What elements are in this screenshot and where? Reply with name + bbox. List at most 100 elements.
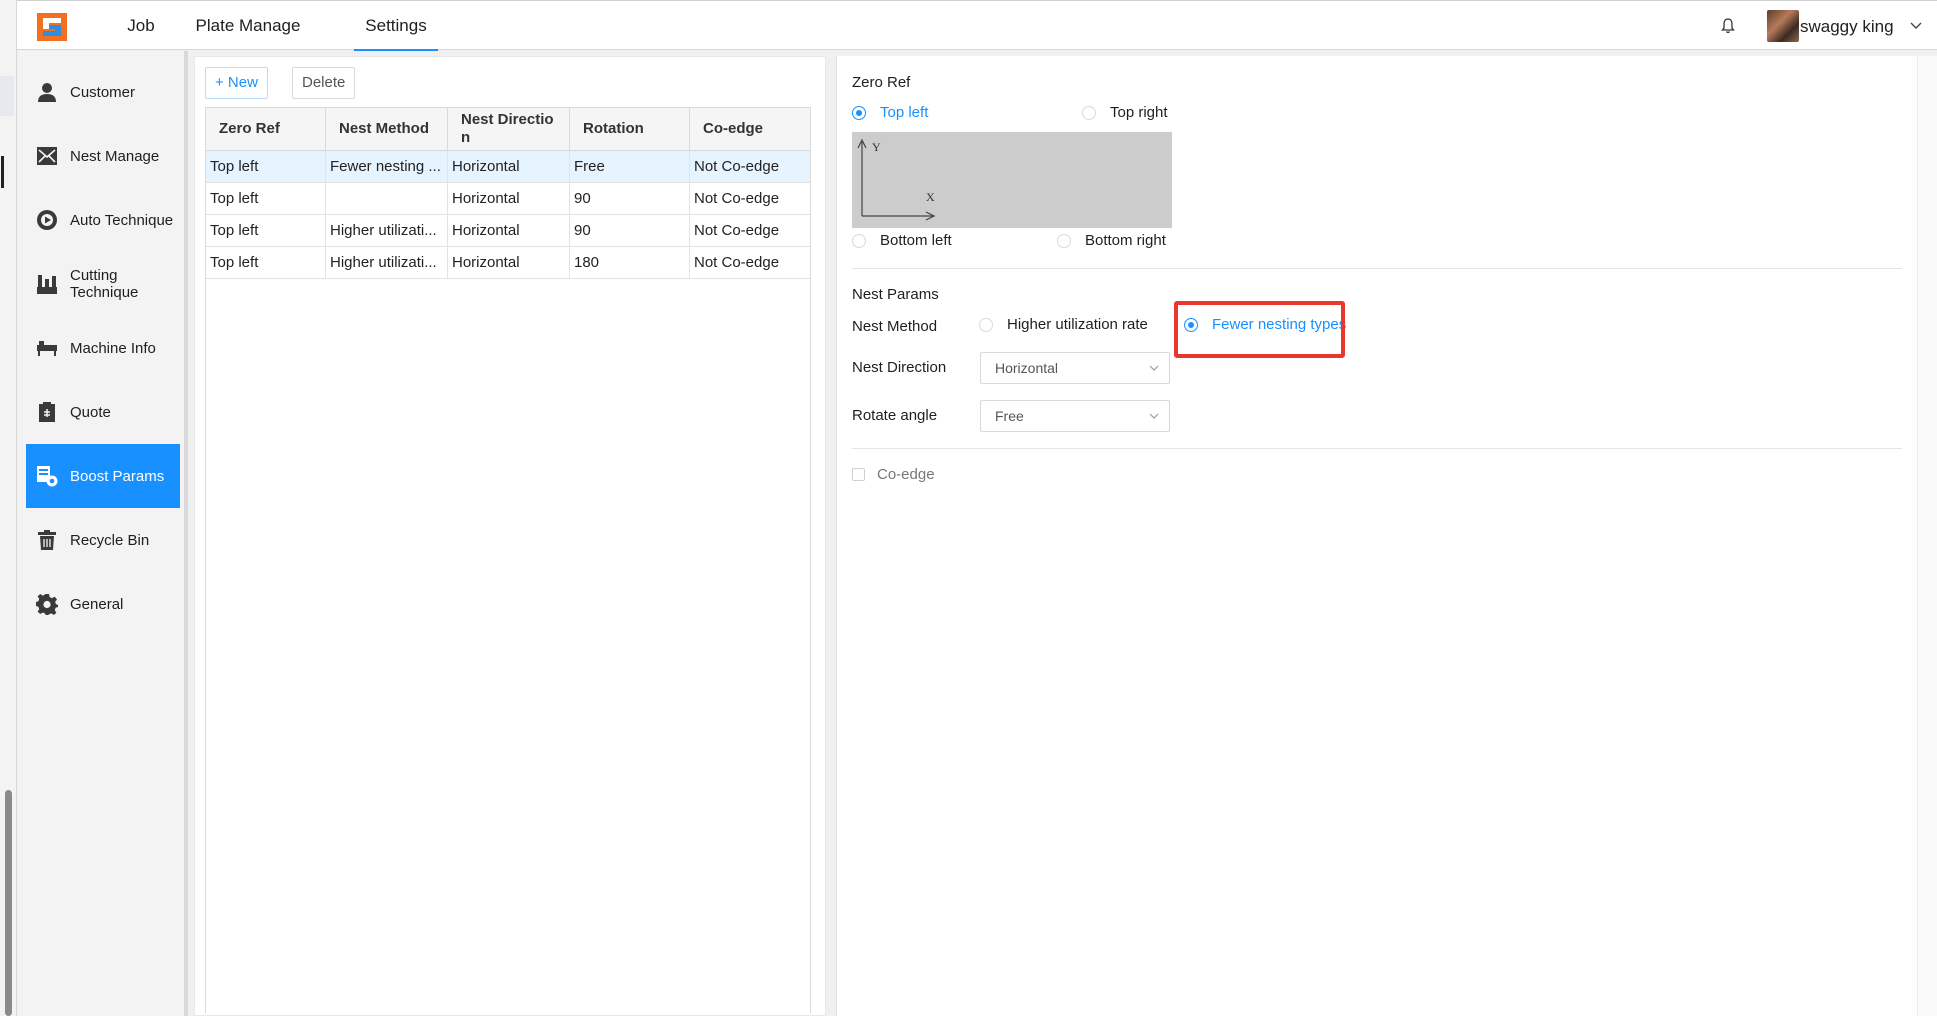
chevron-down-icon <box>1149 365 1159 371</box>
person-icon <box>38 83 56 102</box>
checkbox-box <box>852 468 865 481</box>
zero-ref-title: Zero Ref <box>852 74 911 91</box>
rotate-angle-select[interactable]: Free <box>980 400 1170 432</box>
sidebar-item-label: General <box>70 595 124 613</box>
column-header[interactable]: Rotation <box>570 108 690 150</box>
radio-dot <box>852 105 866 120</box>
radio-label: Top left <box>880 104 929 121</box>
table-row[interactable]: Top left Fewer nesting ... Horizontal Fr… <box>206 151 810 183</box>
table-row[interactable]: Top left Higher utilizati... Horizontal … <box>206 215 810 247</box>
table-cell: Not Co-edge <box>694 190 780 207</box>
auto-technique-icon <box>37 210 57 230</box>
table-cell: Fewer nesting ... <box>326 151 448 182</box>
sidebar-item-label: Customer <box>70 83 136 101</box>
table-row[interactable]: Top left Higher utilizati... Horizontal … <box>206 247 810 279</box>
table-row[interactable]: Top left Horizontal 90 Not Co-edge <box>206 183 810 215</box>
app-window: Job Plate Manage Settings swaggy king Cu… <box>0 0 1937 1016</box>
radio-top-left[interactable]: Top left <box>852 104 928 121</box>
table-cell: 90 <box>570 215 690 246</box>
radio-label: Bottom right <box>1085 232 1166 249</box>
sidebar-item-label: Auto Technique <box>70 211 174 229</box>
radio-dot <box>979 317 993 332</box>
bell-icon[interactable] <box>1720 17 1736 35</box>
axis-y-label: Y <box>872 140 881 154</box>
coedge-checkbox[interactable]: Co-edge <box>852 466 935 483</box>
nest-icon <box>37 147 57 165</box>
radio-top-right[interactable]: Top right <box>1082 104 1168 121</box>
table-header: Zero Ref Nest Method Nest Directio n Rot… <box>206 107 810 151</box>
tab-settings[interactable]: Settings <box>354 1 438 51</box>
cutting-technique-icon <box>37 275 57 294</box>
highlight-annotation-box <box>1174 301 1345 358</box>
trash-icon <box>38 530 56 550</box>
radio-dot <box>1082 105 1096 120</box>
table-cell: Horizontal <box>448 183 570 214</box>
table-cell: Not Co-edge <box>694 254 780 271</box>
tab-job[interactable]: Job <box>117 1 165 51</box>
chevron-down-icon <box>1149 413 1159 419</box>
params-table: Zero Ref Nest Method Nest Directio n Rot… <box>205 107 811 1013</box>
radio-dot <box>852 233 866 248</box>
column-header[interactable]: Zero Ref <box>206 108 326 150</box>
new-button[interactable]: + New <box>205 67 268 99</box>
table-cell: Top left <box>206 183 326 214</box>
avatar[interactable] <box>1767 10 1799 42</box>
chevron-down-icon[interactable] <box>1910 21 1922 31</box>
radio-bottom-right[interactable]: Bottom right <box>1057 232 1166 249</box>
axis-x-label: X <box>926 190 935 204</box>
nest-method-label: Nest Method <box>852 318 938 335</box>
table-cell: Horizontal <box>448 151 570 182</box>
sidebar-item-label: Quote <box>70 403 111 421</box>
axis-diagram <box>857 138 936 221</box>
rotate-angle-label: Rotate angle <box>852 407 938 424</box>
select-value: Free <box>995 408 1024 424</box>
sidebar-item-label: Machine Info <box>70 339 156 357</box>
top-nav-bar: Job Plate Manage Settings swaggy king <box>17 0 1937 51</box>
radio-higher-utilization[interactable]: Higher utilization rate <box>979 316 1148 333</box>
column-header[interactable]: Nest Directio n <box>448 108 570 150</box>
sidebar-item-label: Cutting Technique <box>70 267 139 301</box>
tab-plate-manage[interactable]: Plate Manage <box>193 1 303 51</box>
outer-scrollbar[interactable] <box>5 790 12 1016</box>
radio-dot <box>1057 233 1071 248</box>
sidebar-item-label: Boost Params <box>70 467 165 485</box>
column-header[interactable]: Co-edge <box>690 108 810 150</box>
divider <box>852 448 1902 449</box>
radio-bottom-left[interactable]: Bottom left <box>852 232 952 249</box>
table-cell: Top left <box>206 151 326 182</box>
sidebar-item-quote[interactable]: Quote <box>26 380 180 444</box>
right-scrollbar-track[interactable] <box>1917 56 1937 1016</box>
table-cell: Not Co-edge <box>694 158 780 175</box>
table-cell: Top left <box>206 215 326 246</box>
outer-indicator <box>1 156 4 188</box>
nest-direction-select[interactable]: Horizontal <box>980 352 1170 384</box>
table-cell <box>326 183 448 214</box>
sidebar-item-boost-params[interactable]: Boost Params <box>26 444 180 508</box>
table-cell: Higher utilizati... <box>326 247 448 278</box>
sidebar-item-auto-technique[interactable]: Auto Technique <box>26 188 180 252</box>
sidebar-item-recycle-bin[interactable]: Recycle Bin <box>26 508 180 572</box>
delete-button[interactable]: Delete <box>292 67 356 99</box>
user-name[interactable]: swaggy king <box>1800 1 1894 51</box>
outer-left-strip <box>0 0 17 1016</box>
column-header[interactable]: Nest Method <box>326 108 448 150</box>
table-cell: Higher utilizati... <box>326 215 448 246</box>
sidebar-item-nest-manage[interactable]: Nest Manage <box>26 124 180 188</box>
sidebar: Customer Nest Manage Auto Technique Cutt… <box>18 51 188 1016</box>
sidebar-item-label: Nest Manage <box>70 147 160 165</box>
table-cell: Not Co-edge <box>694 222 780 239</box>
sidebar-item-customer[interactable]: Customer <box>26 60 180 124</box>
gear-icon <box>36 594 58 615</box>
machine-icon <box>37 341 57 356</box>
sidebar-item-cutting-technique[interactable]: Cutting Technique <box>26 252 180 316</box>
radio-label: Bottom left <box>880 232 952 249</box>
table-cell: Top left <box>206 247 326 278</box>
panel-splitter[interactable] <box>828 56 836 1016</box>
table-cell: 90 <box>570 183 690 214</box>
select-value: Horizontal <box>995 360 1059 376</box>
nest-direction-label: Nest Direction <box>852 359 947 376</box>
radio-label: Top right <box>1110 104 1168 121</box>
sidebar-item-general[interactable]: General <box>26 572 180 636</box>
sidebar-item-machine-info[interactable]: Machine Info <box>26 316 180 380</box>
outer-highlight <box>0 76 14 116</box>
